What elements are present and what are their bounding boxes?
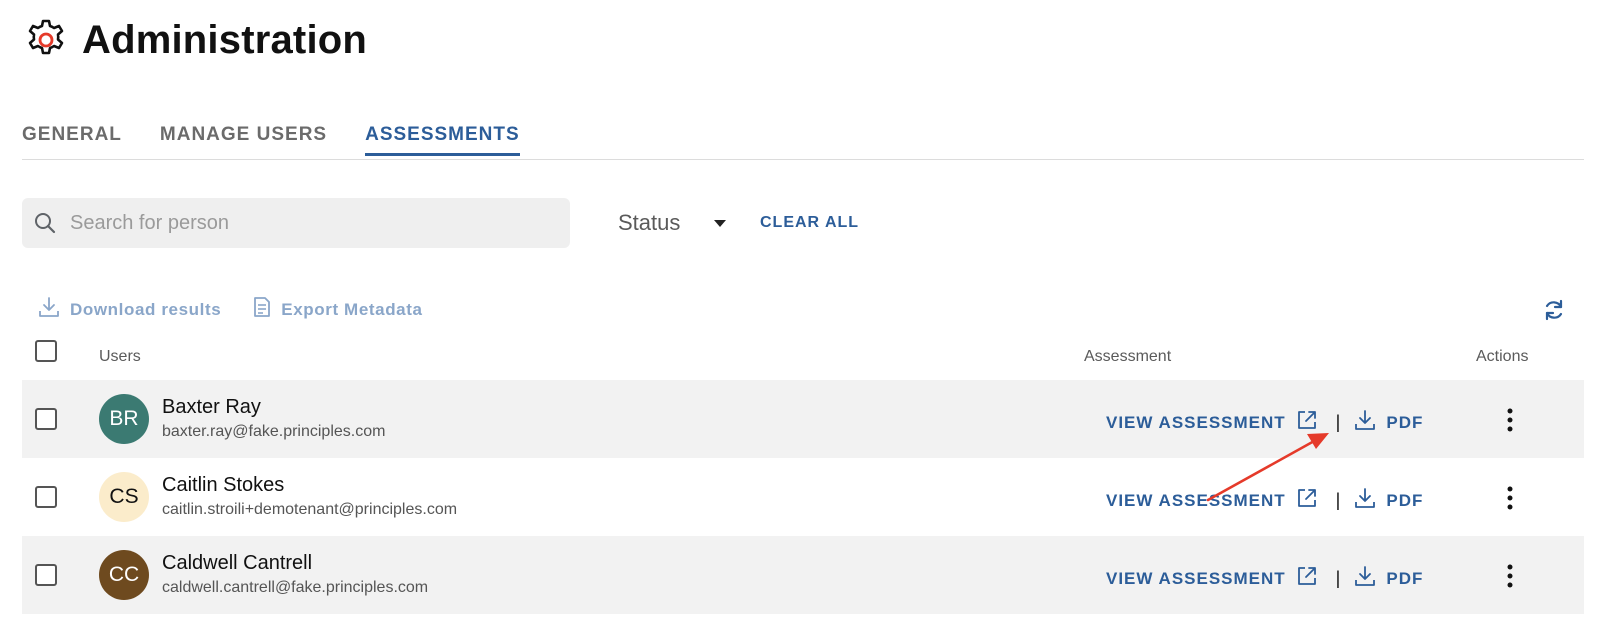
status-filter-select[interactable]: Status (618, 210, 727, 236)
row-checkbox[interactable] (35, 408, 57, 430)
pdf-label: PDF (1386, 490, 1424, 510)
more-actions-icon[interactable] (1498, 405, 1522, 435)
page-header: Administration (24, 16, 367, 64)
tabs-divider (22, 159, 1584, 160)
select-all-checkbox[interactable] (35, 340, 57, 362)
user-email: caldwell.cantrell@fake.principles.com (162, 579, 429, 596)
user-email: caitlin.stroili+demotenant@principles.co… (162, 501, 458, 518)
column-users: Users (99, 348, 141, 365)
gear-icon (24, 18, 68, 62)
download-icon (1354, 409, 1376, 436)
column-assessment: Assessment (1084, 348, 1172, 365)
external-link-icon (1296, 565, 1318, 592)
search-input[interactable] (68, 210, 542, 236)
user-name: Baxter Ray (162, 396, 261, 418)
table-row: CC Caldwell Cantrell caldwell.cantrell@f… (22, 536, 1584, 614)
row-checkbox[interactable] (35, 486, 57, 508)
view-assessment-link[interactable]: VIEW ASSESSMENT (1106, 565, 1318, 592)
more-actions-icon[interactable] (1498, 483, 1522, 513)
user-name: Caldwell Cantrell (162, 552, 313, 574)
avatar: BR (99, 394, 149, 444)
view-assessment-label: VIEW ASSESSMENT (1106, 568, 1286, 588)
external-link-icon (1296, 409, 1318, 436)
pdf-download-link[interactable]: PDF (1354, 409, 1423, 436)
tab-manage-users[interactable]: MANAGE USERS (160, 124, 327, 156)
row-checkbox[interactable] (35, 564, 57, 586)
export-metadata-label: Export Metadata (281, 299, 423, 319)
view-assessment-label: VIEW ASSESSMENT (1106, 412, 1286, 432)
tab-assessments[interactable]: ASSESSMENTS (365, 124, 520, 156)
more-actions-icon[interactable] (1498, 561, 1522, 591)
pdf-label: PDF (1386, 568, 1424, 588)
users-table: BR Baxter Ray baxter.ray@fake.principles… (22, 380, 1584, 614)
download-icon (1354, 487, 1376, 514)
table-row: BR Baxter Ray baxter.ray@fake.principles… (22, 380, 1584, 458)
user-email: baxter.ray@fake.principles.com (162, 423, 386, 440)
download-results-label: Download results (70, 299, 222, 319)
status-filter-label: Status (618, 210, 681, 235)
refresh-icon[interactable] (1542, 298, 1566, 327)
search-box (22, 198, 570, 248)
search-icon (34, 212, 56, 234)
clear-all-button[interactable]: CLEAR ALL (760, 214, 859, 232)
view-assessment-link[interactable]: VIEW ASSESSMENT (1106, 409, 1318, 436)
view-assessment-link[interactable]: VIEW ASSESSMENT (1106, 487, 1318, 514)
external-link-icon (1296, 487, 1318, 514)
assessment-links: VIEW ASSESSMENT | PDF (1106, 487, 1423, 514)
document-icon (253, 296, 271, 323)
pdf-label: PDF (1386, 412, 1424, 432)
table-row: CS Caitlin Stokes caitlin.stroili+demote… (22, 458, 1584, 536)
link-separator: | (1335, 490, 1341, 510)
assessment-links: VIEW ASSESSMENT | PDF (1106, 565, 1423, 592)
link-separator: | (1335, 568, 1341, 588)
pdf-download-link[interactable]: PDF (1354, 565, 1423, 592)
page-title: Administration (82, 17, 368, 62)
column-actions: Actions (1476, 348, 1529, 365)
tab-bar: GENERAL MANAGE USERS ASSESSMENTS (22, 124, 520, 156)
user-name: Caitlin Stokes (162, 474, 285, 496)
export-metadata-button[interactable]: Export Metadata (253, 296, 422, 323)
download-icon (38, 296, 60, 323)
view-assessment-label: VIEW ASSESSMENT (1106, 490, 1286, 510)
download-results-button[interactable]: Download results (38, 296, 221, 323)
download-icon (1354, 565, 1376, 592)
link-separator: | (1335, 412, 1341, 432)
bulk-actions: Download results Export Metadata (38, 296, 423, 323)
avatar: CC (99, 550, 149, 600)
caret-down-icon (714, 219, 727, 227)
avatar: CS (99, 472, 149, 522)
table-header: Users Assessment Actions (22, 340, 1584, 380)
pdf-download-link[interactable]: PDF (1354, 487, 1423, 514)
assessment-links: VIEW ASSESSMENT | PDF (1106, 409, 1423, 436)
tab-general[interactable]: GENERAL (22, 124, 122, 156)
